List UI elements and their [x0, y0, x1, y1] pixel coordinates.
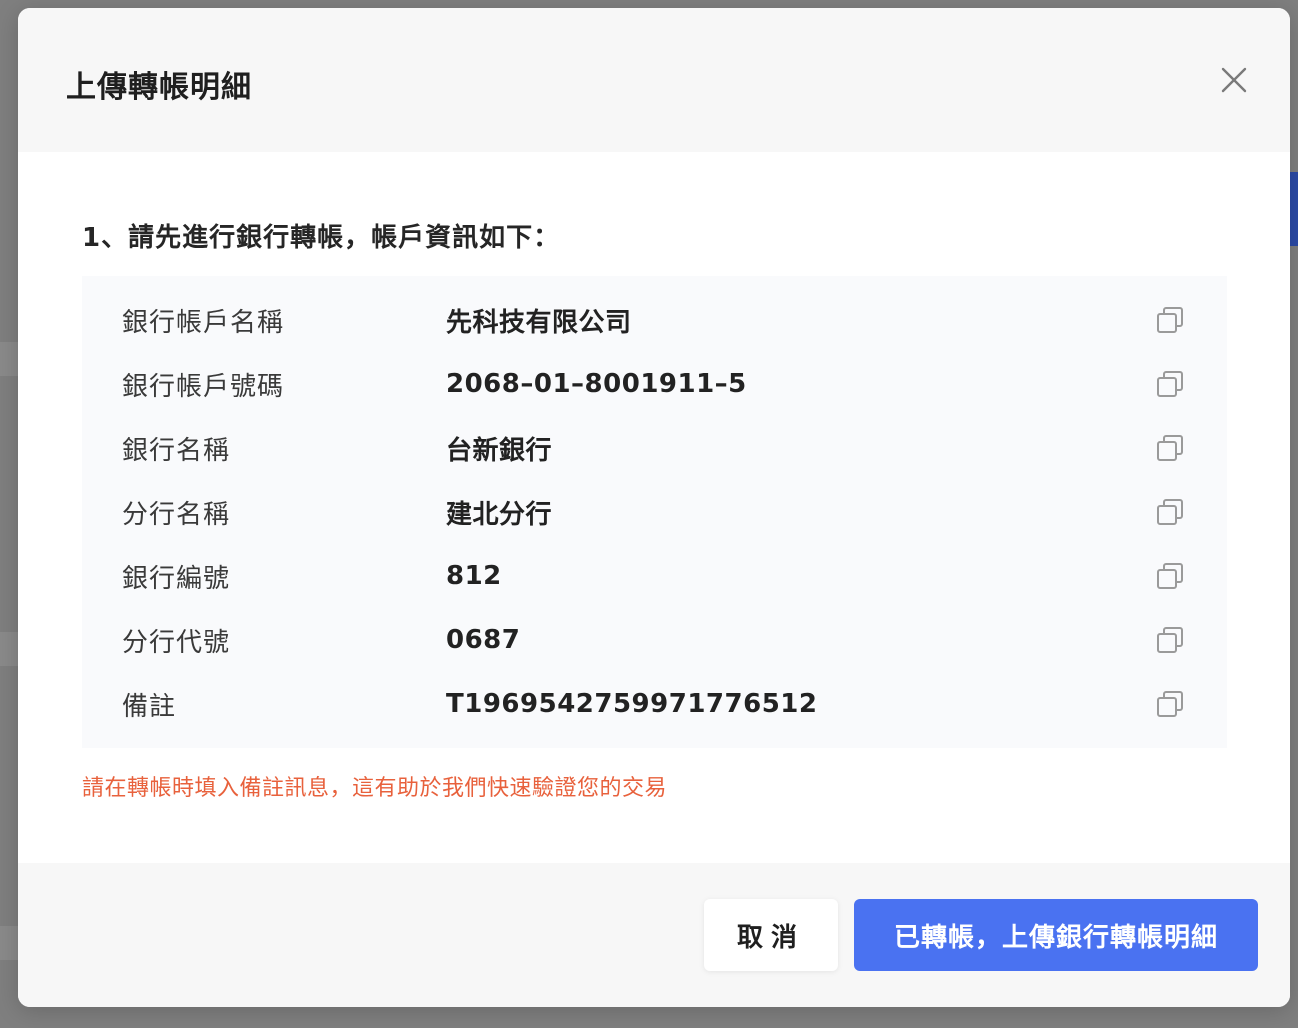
background-page-strip — [0, 632, 18, 666]
modal-header: 上傳轉帳明細 — [18, 8, 1290, 152]
copy-button[interactable] — [1153, 687, 1187, 721]
copy-button[interactable] — [1153, 367, 1187, 401]
modal-body: 1、請先進行銀行轉帳，帳戶資訊如下： 銀行帳戶名稱 先科技有限公司 銀行帳戶號碼… — [18, 152, 1290, 802]
info-label: 銀行編號 — [122, 563, 231, 594]
modal-title: 上傳轉帳明細 — [66, 70, 252, 105]
info-label: 備註 — [122, 691, 177, 722]
copy-icon — [1157, 435, 1183, 461]
upload-transfer-receipt-button[interactable]: 已轉帳，上傳銀行轉帳明細 — [854, 899, 1258, 971]
remark-notice: 請在轉帳時填入備註訊息，這有助於我們快速驗證您的交易 — [82, 776, 668, 801]
copy-icon — [1157, 691, 1183, 717]
info-value: 2068–01–8001911–5 — [446, 369, 747, 399]
background-page-strip — [0, 342, 18, 376]
info-value: 812 — [446, 561, 502, 591]
copy-button[interactable] — [1153, 623, 1187, 657]
info-value: 0687 — [446, 625, 521, 655]
copy-icon — [1157, 371, 1183, 397]
account-info-box: 銀行帳戶名稱 先科技有限公司 銀行帳戶號碼 2068–01–8001911–5 — [82, 276, 1227, 748]
copy-icon — [1157, 307, 1183, 333]
copy-icon — [1157, 499, 1183, 525]
info-label: 銀行帳戶名稱 — [122, 307, 285, 338]
info-row-account-name: 銀行帳戶名稱 先科技有限公司 — [122, 288, 1187, 352]
info-row-branch-name: 分行名稱 建北分行 — [122, 480, 1187, 544]
copy-button[interactable] — [1153, 559, 1187, 593]
info-label: 銀行帳戶號碼 — [122, 371, 285, 402]
modal-footer: 取消 已轉帳，上傳銀行轉帳明細 — [18, 863, 1290, 1007]
info-row-account-number: 銀行帳戶號碼 2068–01–8001911–5 — [122, 352, 1187, 416]
info-label: 銀行名稱 — [122, 435, 231, 466]
background-page-strip — [0, 926, 18, 960]
info-row-remark: 備註 T1969542759971776512 — [122, 672, 1187, 736]
info-label: 分行名稱 — [122, 499, 231, 530]
copy-button[interactable] — [1153, 495, 1187, 529]
info-label: 分行代號 — [122, 627, 231, 658]
info-value: 建北分行 — [446, 499, 553, 530]
copy-icon — [1157, 563, 1183, 589]
close-icon — [1221, 67, 1247, 93]
info-value: 先科技有限公司 — [446, 307, 632, 338]
info-value: 台新銀行 — [446, 435, 553, 466]
copy-icon — [1157, 627, 1183, 653]
close-button[interactable] — [1218, 64, 1250, 96]
info-row-bank-name: 銀行名稱 台新銀行 — [122, 416, 1187, 480]
cancel-button[interactable]: 取消 — [704, 899, 838, 971]
step-title: 1、請先進行銀行轉帳，帳戶資訊如下： — [82, 223, 561, 253]
info-row-branch-code: 分行代號 0687 — [122, 608, 1187, 672]
info-value: T1969542759971776512 — [446, 689, 818, 719]
upload-transfer-modal: 上傳轉帳明細 1、請先進行銀行轉帳，帳戶資訊如下： 銀行帳戶名稱 先科技有限公司 — [18, 8, 1290, 1007]
copy-button[interactable] — [1153, 431, 1187, 465]
copy-button[interactable] — [1153, 303, 1187, 337]
info-row-bank-code: 銀行編號 812 — [122, 544, 1187, 608]
